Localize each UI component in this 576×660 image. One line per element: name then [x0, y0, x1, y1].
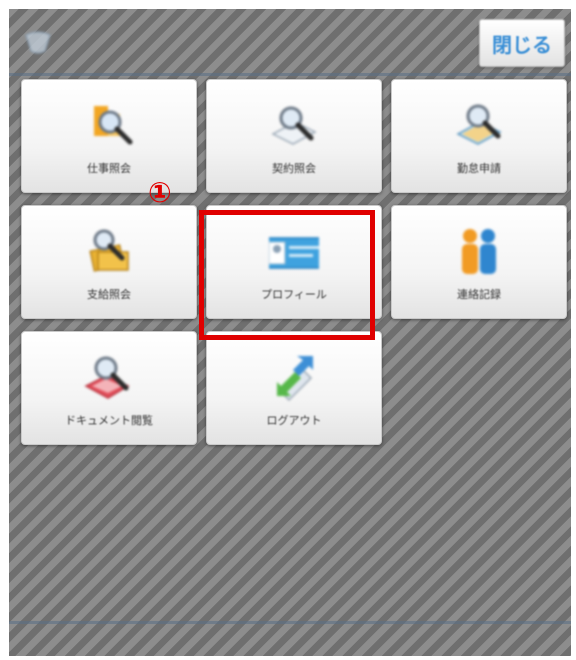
tile-label: 仕事照会	[87, 162, 131, 175]
tile-label: 支給照会	[87, 288, 131, 301]
tile-label: ログアウト	[266, 414, 322, 427]
attendance-request-icon	[456, 104, 502, 145]
menu-tile-contacts[interactable]: 連絡記録	[391, 205, 567, 319]
background-header-bar	[9, 73, 571, 76]
job-search-icon	[94, 106, 133, 145]
contacts-icon	[462, 229, 496, 274]
menu-tile-logout[interactable]: ログアウト	[206, 331, 382, 445]
menu-tile-attendance-request[interactable]: 勤怠申請	[391, 79, 567, 193]
background-footer-bar	[9, 621, 571, 624]
tile-label: 勤怠申請	[457, 162, 501, 175]
menu-tile-contract-search[interactable]: 契約照会	[206, 79, 382, 193]
logout-icon	[277, 356, 313, 402]
close-button[interactable]: 閉じる	[479, 19, 565, 67]
tile-label: 契約照会	[272, 162, 316, 175]
tile-label: 連絡記録	[457, 288, 501, 301]
payment-search-icon	[89, 229, 129, 272]
tile-label: ドキュメント閲覧	[65, 414, 153, 427]
contract-search-icon	[271, 106, 317, 145]
app-logo-icon	[25, 31, 51, 54]
menu-tile-document-view[interactable]: ドキュメント閲覧	[21, 331, 197, 445]
step-marker: ①	[148, 176, 172, 209]
profile-highlight-box	[199, 210, 375, 340]
document-view-icon	[84, 356, 130, 399]
menu-tile-payment-search[interactable]: 支給照会	[21, 205, 197, 319]
